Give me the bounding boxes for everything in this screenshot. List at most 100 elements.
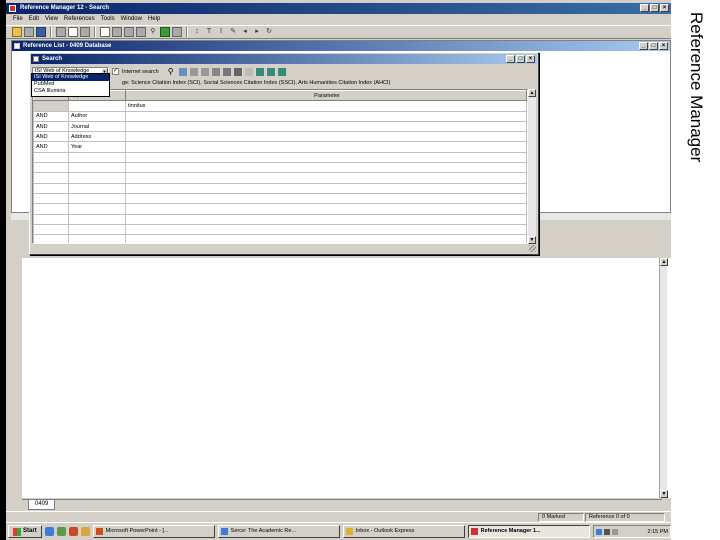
table-row[interactable]: AND Address <box>33 131 527 143</box>
connector-cell[interactable] <box>33 162 69 174</box>
search-internet-icon[interactable] <box>160 27 170 37</box>
merge-icon[interactable] <box>200 67 209 76</box>
scroll-down-icon[interactable]: ▼ <box>660 490 668 498</box>
menu-window[interactable]: Window <box>121 14 142 24</box>
language-icon[interactable] <box>596 528 602 535</box>
quicklaunch-media-icon[interactable] <box>68 527 78 536</box>
parameter-cell[interactable] <box>125 234 527 243</box>
parameter-cell[interactable] <box>125 131 527 143</box>
marker-icon[interactable]: ✎ <box>228 27 238 37</box>
parameter-cell[interactable] <box>125 182 527 194</box>
table-row[interactable] <box>33 203 527 215</box>
table-row[interactable] <box>33 223 527 236</box>
table-row[interactable] <box>33 234 527 243</box>
field-cell[interactable] <box>68 223 126 236</box>
vertical-scrollbar[interactable]: ▲ ▼ <box>659 258 668 498</box>
scroll-up-icon[interactable]: ▲ <box>660 258 668 266</box>
field-cell[interactable] <box>68 234 126 243</box>
connector-cell[interactable] <box>33 223 69 236</box>
grid-vertical-scrollbar[interactable]: ▲ ▼ <box>528 89 536 244</box>
quicklaunch-outlook-icon[interactable] <box>80 527 90 536</box>
binoculars-icon[interactable]: ⚲ <box>168 67 176 76</box>
field-cell[interactable]: Address <box>68 131 126 143</box>
task-reference-manager[interactable]: Reference Manager 1... <box>467 525 590 538</box>
connector-cell[interactable]: AND <box>33 131 69 143</box>
table-row[interactable] <box>33 151 527 164</box>
minimize-button[interactable]: _ <box>640 4 649 12</box>
delete-reference-icon[interactable] <box>124 27 134 37</box>
connector-cell[interactable] <box>33 203 69 215</box>
back-icon[interactable]: ◂ <box>240 27 250 37</box>
menu-file[interactable]: File <box>13 14 23 24</box>
dropdown-option[interactable]: PubMed <box>32 81 109 88</box>
edit-icon[interactable] <box>244 67 253 76</box>
grid-scroll-down-icon[interactable]: ▼ <box>528 236 536 244</box>
new-reference-icon[interactable] <box>100 27 110 37</box>
menu-references[interactable]: References <box>64 14 95 24</box>
parameter-cell[interactable] <box>125 141 527 153</box>
table-row[interactable] <box>33 182 527 194</box>
parameter-cell[interactable] <box>125 162 527 174</box>
connector-cell[interactable] <box>33 213 69 225</box>
paste-icon[interactable] <box>80 27 90 37</box>
parameter-cell[interactable] <box>125 120 527 133</box>
reflist-maximize-button[interactable]: □ <box>649 42 658 50</box>
reflist-close-button[interactable]: × <box>659 42 668 50</box>
edit-reference-icon[interactable] <box>112 27 122 37</box>
table-row[interactable]: Topic tinnitus <box>33 100 527 112</box>
volume-icon[interactable] <box>612 528 618 535</box>
parameter-cell[interactable]: tinnitus <box>125 100 527 112</box>
table-row[interactable]: AND Year <box>33 141 527 153</box>
retrieve-icon[interactable] <box>266 67 275 76</box>
parameter-cell[interactable] <box>125 192 527 205</box>
table-row[interactable] <box>33 192 527 205</box>
download-icon[interactable] <box>277 67 286 76</box>
column-header-parameter[interactable]: Parameter <box>125 90 527 102</box>
field-cell[interactable] <box>68 192 126 205</box>
task-browser[interactable]: Serce: The Academic Re... <box>217 525 340 538</box>
connector-cell[interactable]: AND <box>33 110 69 122</box>
menu-tools[interactable]: Tools <box>101 14 115 24</box>
menu-view[interactable]: View <box>45 14 58 24</box>
parameter-cell[interactable] <box>125 213 527 225</box>
field-cell[interactable] <box>68 172 126 184</box>
search-maximize-button[interactable]: □ <box>516 55 525 63</box>
connector-cell[interactable]: AND <box>33 141 69 153</box>
dropdown-option[interactable]: ISI Web of Knowledge <box>32 74 109 81</box>
copy-icon[interactable] <box>68 27 78 37</box>
search-minimize-button[interactable]: _ <box>506 55 515 63</box>
text-icon[interactable]: T <box>204 27 214 37</box>
menu-help[interactable]: Help <box>148 14 160 24</box>
search-web-icon[interactable] <box>178 67 187 76</box>
binoculars-icon[interactable]: ⚲ <box>148 27 158 37</box>
table-row[interactable] <box>33 213 527 225</box>
table-row[interactable]: AND Author <box>33 110 527 122</box>
parameter-cell[interactable] <box>125 151 527 164</box>
table-row[interactable]: AND Journal <box>33 120 527 133</box>
field-cell[interactable] <box>68 182 126 194</box>
refresh-icon[interactable]: ↻ <box>264 27 274 37</box>
dropdown-option[interactable]: CSA Illumina <box>32 88 109 95</box>
field-cell[interactable]: Author <box>68 110 126 122</box>
start-button[interactable]: Start <box>8 525 42 538</box>
field-cell[interactable] <box>68 203 126 215</box>
close-button[interactable]: × <box>660 4 669 12</box>
connect-icon[interactable] <box>255 67 264 76</box>
connector-cell[interactable] <box>33 151 69 164</box>
parameter-cell[interactable] <box>125 223 527 236</box>
open-folder-icon[interactable] <box>12 27 22 37</box>
grid-scroll-up-icon[interactable]: ▲ <box>528 89 536 97</box>
task-powerpoint[interactable]: Microsoft PowerPoint - [... <box>92 525 215 538</box>
field-cell[interactable] <box>68 151 126 164</box>
field-cell[interactable] <box>68 213 126 225</box>
maximize-button[interactable]: □ <box>650 4 659 12</box>
connector-cell[interactable] <box>33 192 69 205</box>
connector-cell[interactable] <box>33 234 69 243</box>
table-icon[interactable] <box>233 67 242 76</box>
parameter-cell[interactable] <box>125 203 527 215</box>
search-close-button[interactable]: × <box>526 55 535 63</box>
field-cell[interactable]: Journal <box>68 120 126 133</box>
save-icon[interactable] <box>36 27 46 37</box>
forward-icon[interactable]: ▸ <box>252 27 262 37</box>
reflist-minimize-button[interactable]: _ <box>639 42 648 50</box>
